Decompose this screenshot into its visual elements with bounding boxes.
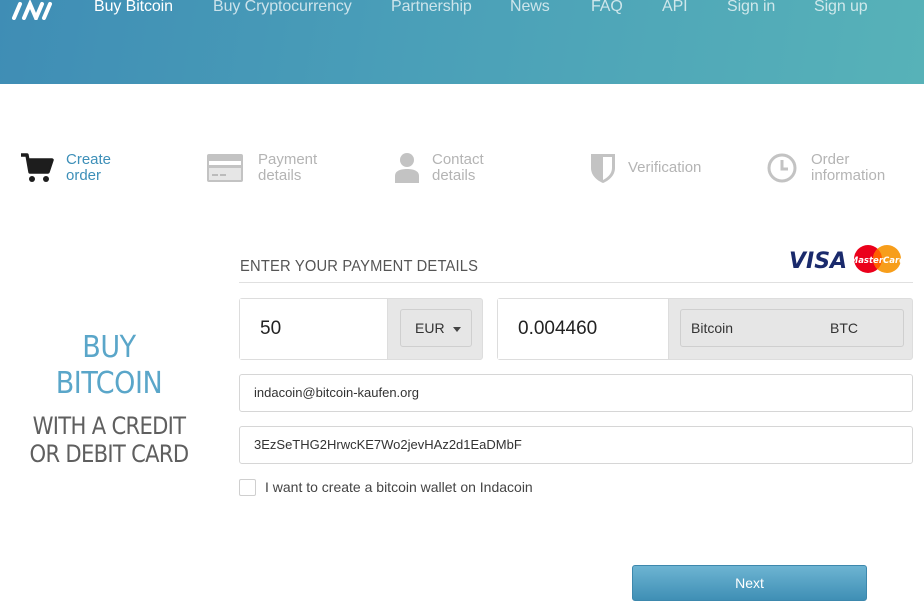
create-wallet-label[interactable]: I want to create a bitcoin wallet on Ind…	[265, 479, 533, 495]
promo-line-debit: OR DEBIT CARD	[29, 440, 190, 468]
nav-sign-in[interactable]: Sign in	[727, 0, 775, 16]
form-title: ENTER YOUR PAYMENT DETAILS	[240, 258, 479, 275]
cart-icon	[21, 153, 54, 182]
wallet-address-field[interactable]: 3EzSeTHG2HrwcKE7Wo2jevHAz2d1EaDMbF	[239, 426, 913, 464]
crypto-amount-group: 0.004460 Bitcoin BTC	[497, 298, 913, 360]
currency-value: EUR	[415, 320, 445, 336]
crypto-select[interactable]: Bitcoin BTC	[680, 309, 904, 347]
step-label: Payment details	[258, 151, 318, 184]
step-order-information: Order information	[767, 148, 907, 192]
payment-card-logos: VISA MasterCard	[788, 243, 906, 280]
email-field[interactable]: indacoin@bitcoin-kaufen.org	[239, 374, 913, 412]
nav-buy-bitcoin[interactable]: Buy Bitcoin	[94, 0, 173, 16]
crypto-amount-input[interactable]: 0.004460	[498, 299, 669, 359]
indacoin-logo[interactable]	[12, 0, 54, 20]
promo-line-credit: WITH A CREDIT	[32, 412, 186, 440]
currency-select[interactable]: EUR	[400, 309, 472, 347]
step-label: Order information	[811, 151, 886, 184]
nav-buy-cryptocurrency[interactable]: Buy Cryptocurrency	[213, 0, 352, 16]
caret-down-icon	[452, 326, 461, 332]
top-header: Buy Bitcoin Buy Cryptocurrency Partnersh…	[0, 0, 924, 84]
crypto-code: BTC	[830, 320, 858, 336]
svg-text:MasterCard: MasterCard	[850, 256, 904, 266]
mastercard-logo: MasterCard	[850, 245, 906, 273]
step-label: Verification	[628, 159, 702, 176]
nav-news[interactable]: News	[510, 0, 550, 16]
crypto-name: Bitcoin	[691, 320, 734, 336]
step-label: Create order	[66, 151, 112, 184]
step-create-order: Create order	[20, 148, 160, 192]
create-wallet-checkbox[interactable]	[239, 479, 256, 496]
step-payment-details: Payment details	[206, 148, 346, 192]
fiat-amount-input[interactable]: 50	[240, 299, 388, 359]
nav-partnership[interactable]: Partnership	[391, 0, 472, 16]
next-button[interactable]: Next	[632, 565, 867, 601]
step-contact-details: Contact details	[394, 148, 534, 192]
clock-icon	[767, 153, 797, 183]
credit-card-icon	[207, 154, 243, 182]
step-verification: Verification	[590, 148, 730, 192]
promo-line-bitcoin: BITCOIN	[55, 366, 163, 401]
user-icon	[395, 153, 419, 183]
svg-text:VISA: VISA	[789, 249, 847, 274]
nav-sign-up[interactable]: Sign up	[814, 0, 868, 16]
fiat-amount-group: 50 EUR	[239, 298, 483, 360]
form-divider	[239, 282, 913, 283]
visa-logo: VISA	[789, 249, 847, 274]
shield-icon	[591, 154, 615, 183]
promo-text: BUY BITCOIN WITH A CREDIT OR DEBIT CARD	[0, 330, 218, 468]
nav-faq[interactable]: FAQ	[591, 0, 623, 16]
nav-api[interactable]: API	[662, 0, 688, 16]
step-label: Contact details	[432, 151, 484, 184]
promo-line-buy: BUY	[82, 330, 136, 365]
